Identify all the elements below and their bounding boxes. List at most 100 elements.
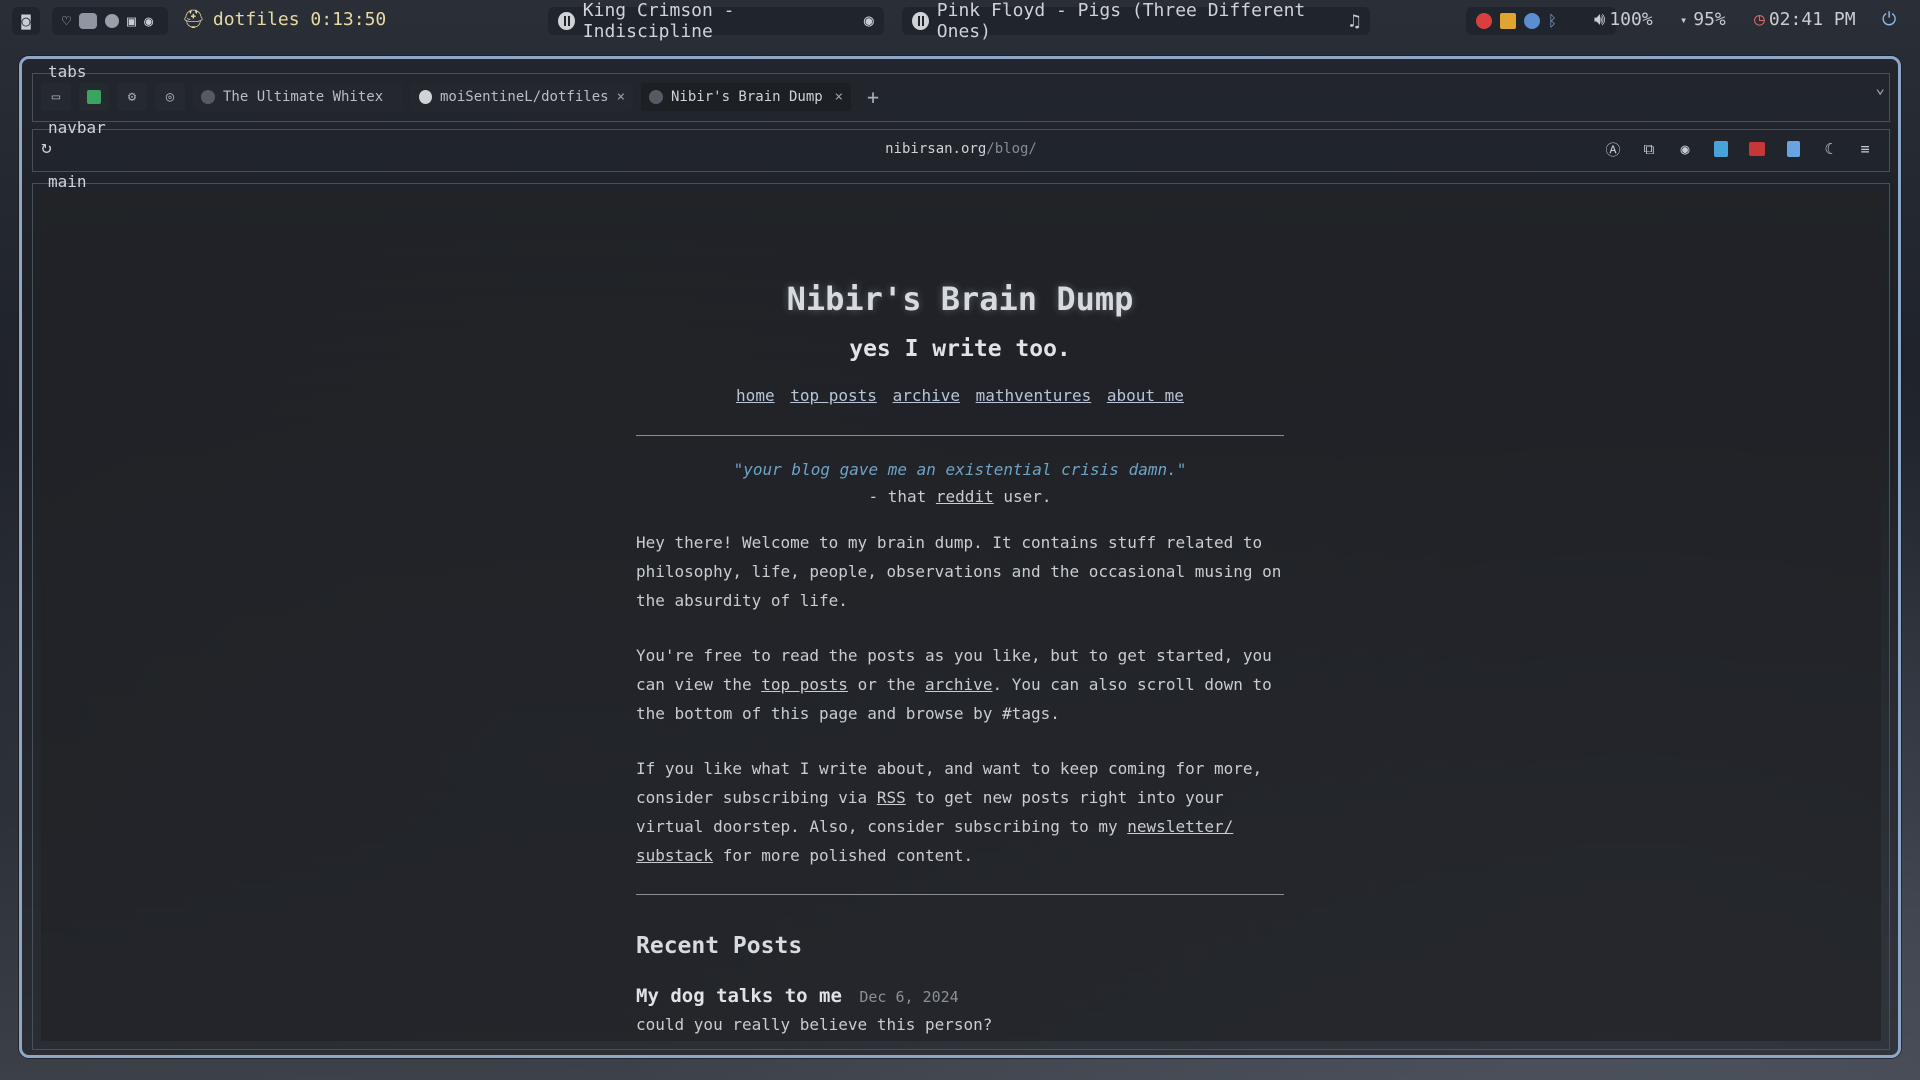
circle-icon: ◎ [165, 89, 175, 105]
tab-favicon [649, 90, 663, 104]
active-window-title: ⛑ dotfiles 0:13:50 [182, 9, 386, 30]
post-description: could you really believe this person? [636, 1015, 993, 1034]
tab-dotfiles[interactable]: moiSentineL/dotfiles × [411, 83, 633, 111]
quote-by-prefix: - that [868, 487, 927, 506]
tab-title: moiSentineL/dotfiles [439, 89, 609, 105]
recent-posts-heading: Recent Posts [636, 933, 803, 959]
divider [636, 894, 1284, 895]
volume-indicator[interactable]: 🔊︎ 100% [1594, 9, 1653, 30]
dark-mode-icon[interactable]: ☾ [1819, 139, 1839, 159]
pause-icon[interactable] [912, 12, 929, 30]
music-note-icon: ♫ [1349, 10, 1360, 32]
menu-icon[interactable]: ≡ [1855, 139, 1875, 159]
bluetooth-icon[interactable]: ᛒ [1548, 12, 1557, 30]
getting-started-paragraph: You're free to read the posts as you lik… [636, 641, 1284, 728]
browser-window: tabs ▭ ⚙ ◎ The Ultimate Whitex moiSentin… [19, 56, 1901, 1058]
navbar: navbar ↻ nibirsan.org/blog/ Ⓐ ⧉ ◉ ☾ ≡ [32, 119, 1890, 172]
battery-indicator[interactable]: ▾ 95% [1680, 9, 1726, 30]
power-icon: ⏻ [1882, 9, 1897, 30]
nav-link-home[interactable]: home [736, 386, 775, 405]
main-section-label: main [48, 172, 87, 191]
spotify-icon: ◉ [863, 11, 874, 31]
top-posts-link[interactable]: top posts [761, 675, 848, 694]
nav-link-top-posts[interactable]: top posts [790, 386, 877, 405]
close-icon[interactable]: × [617, 89, 625, 105]
power-button[interactable]: ⏻ [1882, 9, 1896, 30]
post-date: Dec 6, 2024 [859, 988, 959, 1006]
media-title-1: King Crimson - Indiscipline [582, 0, 735, 42]
tab-title: Nibir's Brain Dump [671, 89, 823, 105]
archive-link[interactable]: archive [925, 675, 992, 694]
incognito-icon: ⛑ [182, 9, 205, 30]
workspace-window-icon[interactable]: ▣ [127, 12, 136, 30]
folder-icon: ▭ [51, 89, 61, 105]
workspace-heart-icon[interactable]: ♡ [62, 12, 71, 30]
chevron-down-icon[interactable]: ⌄ [1875, 78, 1885, 97]
web-page: Nibir's Brain Dump yes I write too. home… [41, 192, 1881, 1041]
tab-brain-dump[interactable]: Nibir's Brain Dump × [641, 83, 851, 111]
nav-link-archive[interactable]: archive [893, 386, 960, 405]
pinned-tab-settings[interactable]: ⚙ [117, 83, 147, 111]
clock[interactable]: ◷ 02:41 PM [1754, 9, 1856, 30]
site-nav: home top posts archive mathventures abou… [636, 386, 1284, 405]
launcher-button[interactable]: ◙ [12, 7, 40, 35]
media-title-2: Pink Floyd - Pigs (Three Different Ones) [936, 0, 1306, 42]
tabs-bar: tabs ▭ ⚙ ◎ The Ultimate Whitex moiSentin… [32, 63, 1890, 122]
launcher-icon: ◙ [21, 12, 31, 30]
workspace-label: dotfiles 0:13:50 [212, 9, 387, 30]
reddit-link[interactable]: reddit [936, 487, 994, 506]
divider [636, 435, 1284, 436]
chrome-icon[interactable] [1476, 13, 1492, 29]
tab-title: The Ultimate Whitex [223, 89, 384, 105]
document-extension-icon[interactable] [1783, 139, 1803, 159]
network-icon[interactable] [1524, 13, 1540, 29]
gear-icon: ⚙ [127, 89, 137, 105]
p3-text-c: for more polished content. [722, 846, 974, 865]
nav-link-about-me[interactable]: about me [1107, 386, 1184, 405]
navbar-section-label: navbar [48, 118, 106, 137]
new-tab-button[interactable]: + [859, 85, 887, 109]
media-widget-1[interactable]: King Crimson - Indiscipline ◉ [548, 0, 884, 42]
workspace-active-indicator[interactable] [79, 13, 98, 29]
account-circle-icon[interactable]: Ⓐ [1603, 139, 1623, 159]
site-subtitle: yes I write too. [849, 336, 1071, 362]
tab-whitex[interactable]: The Ultimate Whitex [193, 83, 403, 111]
notes-icon[interactable] [1500, 13, 1516, 29]
system-top-bar: ◙ ♡ ▣ ◉ ⛑ dotfiles 0:13:50 King Crimson … [0, 0, 1920, 42]
media-widget-2[interactable]: Pink Floyd - Pigs (Three Different Ones)… [902, 0, 1370, 42]
password-manager-icon[interactable] [1747, 139, 1767, 159]
rss-link[interactable]: RSS [877, 788, 906, 807]
extensions-icon[interactable]: ⧉ [1639, 139, 1659, 159]
url-host: nibirsan.org [885, 141, 987, 157]
quote: "your blog gave me an existential crisis… [733, 460, 1187, 479]
battery-value: 95% [1693, 9, 1726, 30]
url-path: /blog/ [986, 141, 1037, 157]
workspace-spotify-icon[interactable]: ◉ [144, 12, 153, 30]
post-title-link[interactable]: My dog talks to me [636, 985, 842, 1007]
post-item: My dog talks to me Dec 6, 2024 [636, 985, 1284, 1007]
workspace-switcher[interactable]: ♡ ▣ ◉ [52, 7, 168, 35]
pinned-tab-circle[interactable]: ◎ [155, 83, 185, 111]
tabs-section-label: tabs [48, 62, 87, 81]
github-icon [419, 90, 432, 104]
clock-icon: ◷ [1754, 9, 1765, 30]
save-extension-icon[interactable] [1711, 139, 1731, 159]
tab-favicon [201, 90, 215, 104]
wifi-icon: ▾ [1680, 12, 1688, 27]
site-title: Nibir's Brain Dump [786, 280, 1134, 318]
sheets-icon [87, 90, 101, 104]
volume-icon: 🔊︎ [1594, 9, 1606, 30]
nav-link-mathventures[interactable]: mathventures [976, 386, 1092, 405]
clock-time: 02:41 PM [1768, 9, 1856, 30]
close-icon[interactable]: × [835, 89, 843, 105]
page-content: Nibir's Brain Dump yes I write too. home… [636, 192, 1284, 1034]
workspace-dot[interactable] [105, 14, 120, 28]
quote-attribution: - that reddit user. [636, 487, 1284, 506]
volume-value: 100% [1609, 9, 1653, 30]
main-viewport: main Nibir's Brain Dump yes I write too.… [32, 173, 1890, 1050]
pause-icon[interactable] [558, 12, 575, 30]
pinned-tab-folder[interactable]: ▭ [41, 83, 71, 111]
profile-icon[interactable]: ◉ [1675, 139, 1695, 159]
pinned-tab-sheets[interactable] [79, 83, 109, 111]
intro-paragraph: Hey there! Welcome to my brain dump. It … [636, 533, 1282, 610]
